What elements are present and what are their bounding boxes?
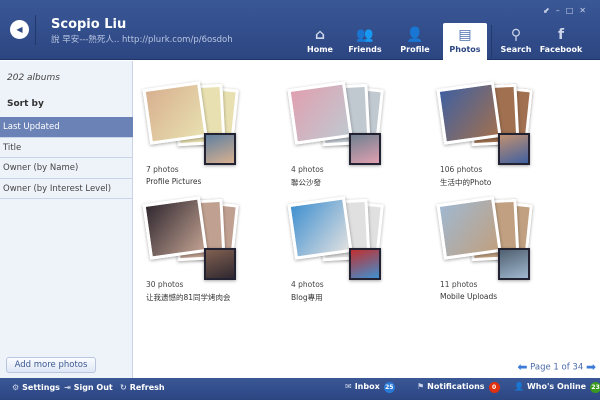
- album-photo-count: 7 photos: [146, 165, 179, 174]
- nav-tab-label: Search: [500, 45, 532, 54]
- album-photo-count: 4 photos: [291, 165, 324, 174]
- sign-out-button[interactable]: ⇥ Sign Out: [64, 383, 113, 392]
- album-title: Profile Pictures: [146, 177, 202, 186]
- whos-online-label: Who's Online: [526, 382, 587, 391]
- album-title: 让我遗憾的81同学烤肉会: [146, 293, 231, 302]
- header: ◀ Scopio Liu 說 早安---熱死人.. http://plurk.c…: [0, 0, 600, 60]
- album-cover-photo: [142, 81, 208, 145]
- album-thumbnail: [204, 248, 236, 280]
- nav-tab-friends[interactable]: 👥 Friends: [343, 23, 387, 60]
- photos-icon: ▤: [458, 27, 472, 43]
- nav-tab-label: Facebook: [539, 45, 583, 54]
- album-cover-photo: [287, 81, 353, 145]
- sign-out-icon: ⇥: [64, 383, 71, 392]
- nav-tab-photos[interactable]: ▤ Photos: [443, 23, 487, 60]
- notifications-badge: 0: [488, 382, 500, 393]
- album-cover-photo: [142, 196, 208, 260]
- album-card[interactable]: 4 photos 聯公沙發: [287, 81, 421, 188]
- nav-tab-facebook[interactable]: f Facebook: [539, 23, 583, 60]
- nav-tab-label: Photos: [449, 45, 481, 54]
- person-icon: 👤: [514, 382, 524, 391]
- pager: ⬅ Page 1 of 34 ➡: [517, 360, 596, 374]
- album-cover-photo: [436, 81, 502, 145]
- album-thumbnail: [349, 133, 381, 165]
- nav-tab-home[interactable]: ⌂ Home: [298, 23, 342, 60]
- sort-option[interactable]: Last Updated: [0, 117, 133, 138]
- profile-icon: 👤: [406, 27, 424, 43]
- footer: ⚙ Settings ⇥ Sign Out ↻ Refresh ✉ Inbox 25 ⚑ N…: [0, 378, 600, 400]
- online-badge: 23: [590, 382, 600, 393]
- inbox-button[interactable]: ✉ Inbox 25: [345, 382, 395, 393]
- back-button[interactable]: ◀: [10, 20, 29, 39]
- window-controls[interactable]: ⬋–□✕: [543, 6, 592, 15]
- refresh-icon: ↻: [120, 383, 127, 392]
- mail-icon: ✉: [345, 382, 352, 391]
- album-cover-photo: [287, 196, 353, 260]
- notifications-label: Notifications: [427, 382, 485, 391]
- notifications-button[interactable]: ⚑ Notifications 0: [417, 382, 500, 393]
- flag-icon: ⚑: [417, 382, 425, 391]
- friends-icon: 👥: [356, 27, 374, 43]
- album-thumbnail: [498, 133, 530, 165]
- album-card[interactable]: 106 photos 生活中的Photo: [436, 81, 570, 188]
- page-label: Page 1 of 34: [530, 362, 584, 373]
- album-title: 聯公沙發: [291, 178, 321, 187]
- next-page-arrow-icon[interactable]: ➡: [586, 360, 596, 374]
- nav-tab-label: Home: [307, 45, 333, 54]
- sort-by-heading: Sort by: [7, 99, 44, 109]
- home-icon: ⌂: [314, 27, 326, 43]
- prev-page-arrow-icon[interactable]: ⬅: [517, 360, 527, 374]
- inbox-label: Inbox: [354, 382, 380, 391]
- nav-tab-label: Profile: [400, 45, 430, 54]
- album-title: Mobile Uploads: [440, 292, 498, 301]
- album-card[interactable]: 7 photos Profile Pictures: [142, 81, 276, 188]
- search-icon: ⚲: [510, 27, 522, 43]
- add-more-photos-button[interactable]: Add more photos: [6, 357, 96, 373]
- album-photo-count: 106 photos: [440, 165, 483, 174]
- settings-button[interactable]: ⚙ Settings: [12, 383, 60, 392]
- divider: [35, 15, 36, 45]
- user-status: 說 早安---熱死人.. http://plurk.com/p/6osdoh: [51, 35, 233, 45]
- nav-tab-search[interactable]: ⚲ Search: [494, 23, 538, 60]
- album-card[interactable]: 11 photos Mobile Uploads: [436, 196, 570, 303]
- album-count: 202 albums: [7, 73, 60, 83]
- refresh-button[interactable]: ↻ Refresh: [120, 383, 165, 392]
- sort-option[interactable]: Title: [0, 138, 133, 158]
- album-cover-photo: [436, 196, 502, 260]
- album-photo-count: 11 photos: [440, 280, 478, 289]
- album-card[interactable]: 4 photos Blog專用: [287, 196, 421, 303]
- album-title: 生活中的Photo: [440, 178, 492, 187]
- sign-out-label: Sign Out: [73, 383, 113, 392]
- whos-online-button[interactable]: 👤 Who's Online 23: [514, 382, 600, 393]
- refresh-label: Refresh: [129, 383, 165, 392]
- album-card[interactable]: 30 photos 让我遗憾的81同学烤肉会: [142, 196, 276, 303]
- user-name: Scopio Liu: [51, 17, 127, 32]
- inbox-badge: 25: [383, 382, 395, 393]
- facebook-icon: f: [557, 27, 565, 43]
- album-thumbnail: [498, 248, 530, 280]
- settings-label: Settings: [22, 383, 60, 392]
- sidebar: 202 albums Sort by Last Updated Title Owne…: [0, 61, 133, 378]
- gear-icon: ⚙: [12, 383, 20, 392]
- nav-tab-label: Friends: [348, 45, 382, 54]
- album-thumbnail: [204, 133, 236, 165]
- divider: [491, 25, 492, 58]
- sort-option[interactable]: Owner (by Name): [0, 158, 133, 179]
- nav-tab-profile[interactable]: 👤 Profile: [393, 23, 437, 60]
- sort-option[interactable]: Owner (by Interest Level): [0, 179, 133, 199]
- album-thumbnail: [349, 248, 381, 280]
- album-photo-count: 4 photos: [291, 280, 324, 289]
- album-photo-count: 30 photos: [146, 280, 184, 289]
- album-title: Blog專用: [291, 293, 323, 302]
